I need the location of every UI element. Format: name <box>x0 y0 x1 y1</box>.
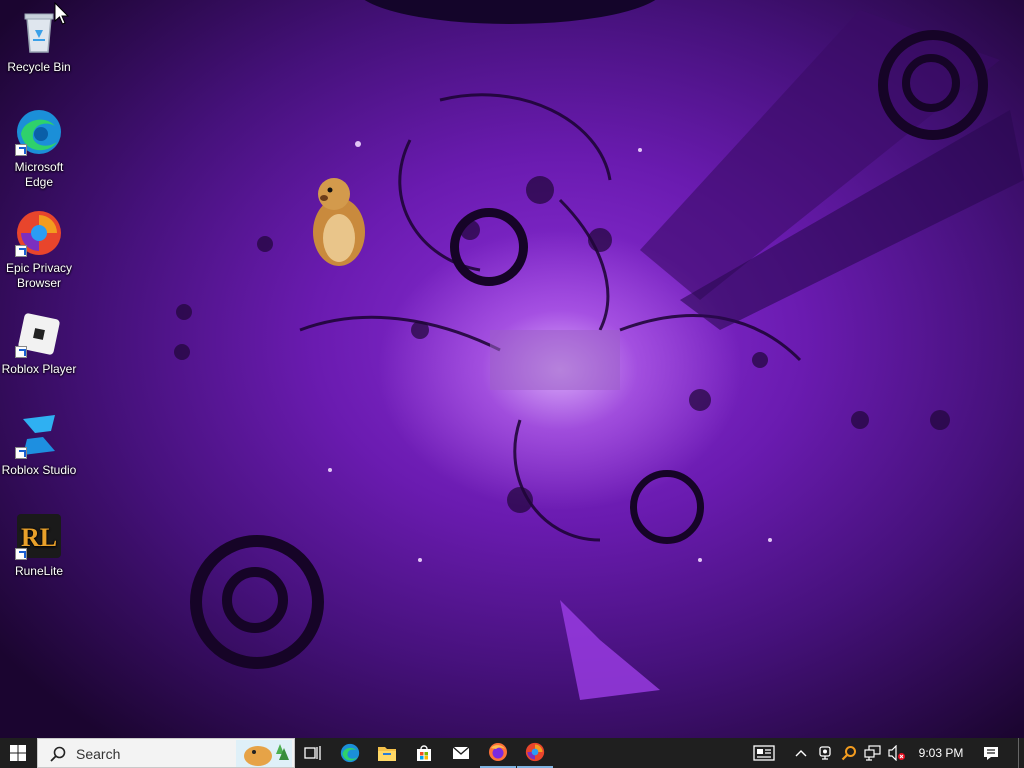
start-button[interactable] <box>0 738 36 768</box>
show-desktop-button[interactable] <box>1018 738 1024 768</box>
camera-icon <box>819 746 831 760</box>
taskbar-app-edge[interactable] <box>332 738 368 768</box>
epic-browser-icon <box>525 742 545 762</box>
desktop-icon-microsoft-edge[interactable]: Microsoft Edge <box>0 108 78 190</box>
search-highlight-illustration <box>236 740 292 767</box>
wallpaper-ring <box>902 54 960 112</box>
desktop-icon-label: Roblox Player <box>1 362 77 376</box>
edge-icon <box>340 743 360 763</box>
chevron-up-icon <box>795 750 807 757</box>
wallpaper-swirls <box>174 10 1024 700</box>
desktop-icon-label: Roblox Studio <box>1 463 77 477</box>
shortcut-arrow-icon <box>15 447 27 459</box>
taskbar-app-mail[interactable] <box>443 738 479 768</box>
desktop-icon-label: RuneLite <box>14 564 64 578</box>
desktop-icon-label: Microsoft Edge <box>14 160 64 189</box>
volume-muted-icon <box>888 745 905 761</box>
desktop-icon-roblox-player[interactable]: Roblox Player <box>0 310 78 377</box>
search-tray-icon <box>841 746 856 761</box>
desktop-icon-runelite[interactable]: RL RuneLite <box>0 512 78 579</box>
notification-icon <box>984 746 998 760</box>
search-icon <box>50 746 66 762</box>
shortcut-arrow-icon <box>15 548 27 560</box>
news-widget-icon <box>753 745 775 761</box>
desktop-icon-roblox-studio[interactable]: Roblox Studio <box>0 411 78 478</box>
desktop-icon-epic-privacy-browser[interactable]: Epic Privacy Browser <box>0 209 78 291</box>
search-placeholder: Search <box>76 746 121 762</box>
task-view-button[interactable] <box>295 738 331 768</box>
network-icon <box>864 745 881 761</box>
tray-network-button[interactable] <box>862 738 884 768</box>
action-center-button[interactable] <box>978 738 1004 768</box>
tray-search-app-button[interactable] <box>838 738 860 768</box>
store-icon <box>417 745 431 761</box>
taskbar: Search 9:03 PM <box>0 738 1024 768</box>
taskbar-app-file-explorer[interactable] <box>369 738 405 768</box>
news-widget-button[interactable] <box>748 738 780 768</box>
taskbar-app-store[interactable] <box>406 738 442 768</box>
shortcut-arrow-icon <box>15 245 27 257</box>
taskbar-search-box[interactable]: Search <box>37 738 295 768</box>
taskbar-app-firefox[interactable] <box>480 738 516 768</box>
desktop-icon-label: Recycle Bin <box>7 60 71 74</box>
show-hidden-icons-button[interactable] <box>790 738 812 768</box>
windows-logo-icon <box>10 745 26 761</box>
shortcut-arrow-icon <box>15 346 27 358</box>
wallpaper-ring <box>450 208 528 286</box>
wallpaper-ring <box>222 567 288 633</box>
mail-icon <box>452 746 470 759</box>
tray-volume-button[interactable] <box>886 738 908 768</box>
wallpaper-ring <box>630 470 704 544</box>
hamster-sticker[interactable] <box>308 172 370 268</box>
shortcut-arrow-icon <box>15 144 27 156</box>
desktop-wallpaper[interactable]: Recycle Bin Microsoft Edge Epic Privacy … <box>0 0 1024 738</box>
tray-camera-button[interactable] <box>814 738 836 768</box>
taskbar-clock[interactable]: 9:03 PM <box>912 738 970 768</box>
firefox-icon <box>489 743 507 761</box>
mouse-cursor-icon <box>54 2 70 25</box>
file-explorer-icon <box>378 747 396 761</box>
task-view-icon <box>304 746 321 760</box>
taskbar-app-epic-browser[interactable] <box>517 738 553 768</box>
desktop-icon-label: Epic Privacy Browser <box>5 261 73 290</box>
